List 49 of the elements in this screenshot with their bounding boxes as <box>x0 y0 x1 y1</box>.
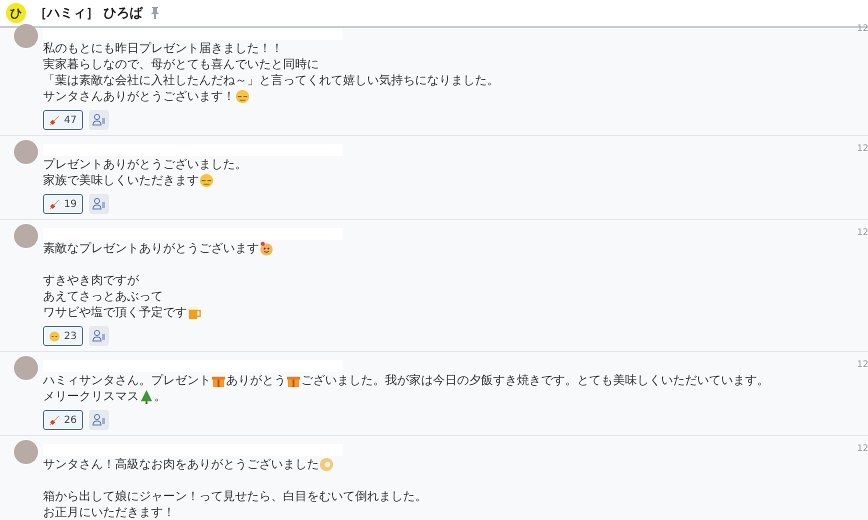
message-text: 私のもとにも昨日プレゼント届きました！！ <box>43 40 283 56</box>
reaction-button[interactable]: 26 <box>43 410 83 430</box>
reacted-users-icon[interactable] <box>88 194 109 214</box>
message-text: すきやき肉ですが <box>43 272 139 288</box>
pin-icon[interactable] <box>150 7 159 19</box>
face-emoji-icon <box>49 330 60 342</box>
reaction-button[interactable]: 19 <box>43 194 83 214</box>
message-text: 。 <box>154 388 166 404</box>
mug-emoji-icon <box>187 304 202 320</box>
tree-emoji-icon <box>139 388 154 404</box>
reacted-users-icon[interactable] <box>88 410 109 430</box>
avatar[interactable] <box>14 440 38 464</box>
message-text: ありがとう <box>226 372 286 388</box>
message-text: 「葉は素敵な会社に入社したんだね～」と言ってくれて嬉しい気持ちになりました。 <box>43 72 499 88</box>
avatar[interactable] <box>14 356 38 380</box>
timestamp: 12 <box>857 444 868 454</box>
timestamp: 12 <box>857 360 868 370</box>
message-text: メリークリスマス <box>43 388 139 404</box>
reacted-users-icon[interactable] <box>88 326 109 346</box>
round-emoji-icon <box>319 456 334 472</box>
message-text: 実家暮らしなので、母がとても喜んでいたと同時に <box>43 56 319 72</box>
message-text: ワサビや塩で頂く予定です <box>43 304 187 320</box>
message-text: あえてさっとあぶって <box>43 288 163 304</box>
message-text: 家族で美味しくいただきます <box>43 172 199 188</box>
avatar[interactable] <box>14 224 38 248</box>
face-emoji-icon <box>199 172 214 188</box>
skewer-icon <box>49 114 60 126</box>
reaction-button[interactable]: 23 <box>43 326 83 346</box>
message-text: サンタさんありがとうございます！ <box>43 88 235 104</box>
avatar[interactable] <box>14 140 38 164</box>
timestamp: 12 <box>857 228 868 238</box>
timestamp: 12 <box>857 144 868 154</box>
message-text: サンタさん！高級なお肉をありがとうございました <box>43 456 319 472</box>
skewer-icon <box>49 198 60 210</box>
channel-title: ［ハミィ］ ひろば <box>34 5 143 22</box>
reaction-button[interactable]: 47 <box>43 110 83 130</box>
avatar[interactable] <box>14 24 38 48</box>
reacted-users-icon[interactable] <box>88 110 109 130</box>
skewer-icon <box>49 414 60 426</box>
face-emoji-icon <box>235 88 250 104</box>
message-text: 素敵なプレゼントありがとうございます <box>43 240 259 256</box>
timestamp: 12 <box>857 24 868 34</box>
message-text: プレゼントありがとうございました。 <box>43 156 247 172</box>
message-text: ハミィサンタさん。プレゼント <box>43 372 211 388</box>
channel-badge: ひ <box>6 3 26 23</box>
message-text: 箱から出して娘にジャーン！って見せたら、白目をむいて倒れました。 <box>43 488 427 504</box>
message-text: お正月にいただきます！ <box>43 504 175 520</box>
message-text: ございました。我が家は今日の夕飯すき焼きです。とても美味しくいただいています。 <box>301 372 769 388</box>
smiling-face-emoji-icon <box>259 240 274 256</box>
